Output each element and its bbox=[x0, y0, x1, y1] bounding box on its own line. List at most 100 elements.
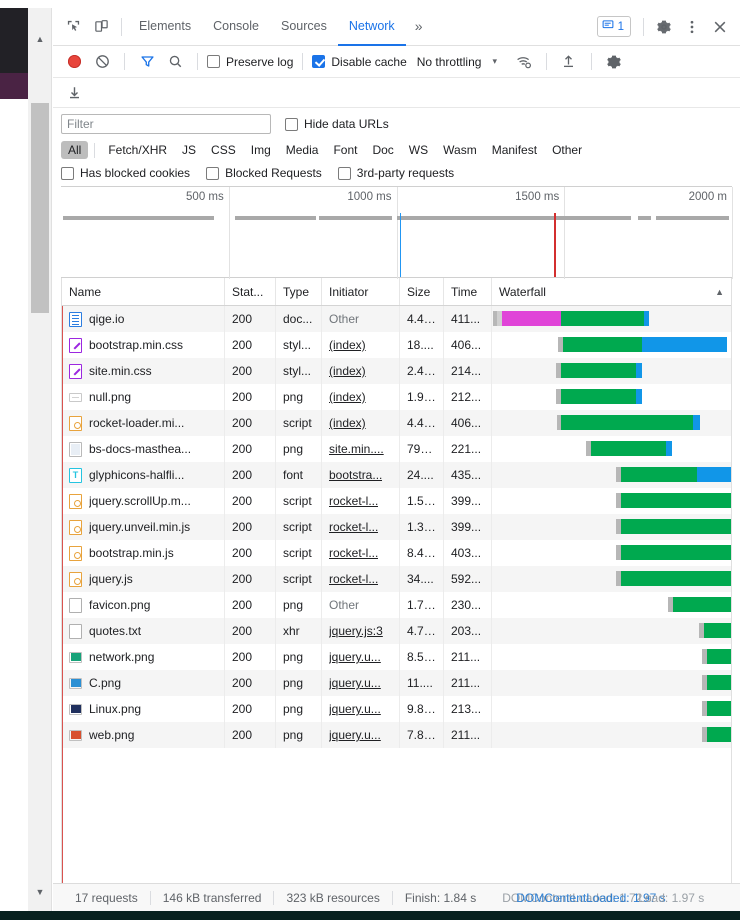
cell-name[interactable]: bs-docs-masthea... bbox=[62, 436, 225, 462]
table-row[interactable]: null.png 200 png (index) 1.9 ... 212... bbox=[62, 384, 731, 410]
type-filter-doc[interactable]: Doc bbox=[365, 141, 400, 159]
table-row[interactable]: quotes.txt 200 xhr jquery.js:3 4.7 ... 203... bbox=[62, 618, 731, 644]
inspect-element-icon[interactable] bbox=[59, 13, 87, 41]
export-har-icon[interactable] bbox=[61, 80, 87, 106]
cell-name[interactable]: Linux.png bbox=[62, 696, 225, 722]
filter-icon[interactable] bbox=[134, 49, 160, 75]
cell-name[interactable]: bootstrap.min.css bbox=[62, 332, 225, 358]
tab-sources[interactable]: Sources bbox=[270, 8, 338, 46]
scroll-up-icon[interactable]: ▲ bbox=[28, 28, 52, 50]
cell-name[interactable]: web.png bbox=[62, 722, 225, 748]
initiator-link[interactable]: rocket-l... bbox=[329, 546, 378, 560]
table-row[interactable]: bs-docs-masthea... 200 png site.min.... 799 … bbox=[62, 436, 731, 462]
type-filter-other[interactable]: Other bbox=[545, 141, 589, 159]
table-row[interactable]: network.png 200 png jquery.u... 8.5 ... 211..… bbox=[62, 644, 731, 670]
table-row[interactable]: qige.io 200 doc... Other 4.4 ... 411... bbox=[62, 306, 731, 332]
type-filter-js[interactable]: JS bbox=[175, 141, 203, 159]
cell-initiator[interactable]: rocket-l... bbox=[322, 540, 400, 566]
cell-initiator[interactable]: (index) bbox=[322, 410, 400, 436]
table-row[interactable]: Linux.png 200 png jquery.u... 9.8 ... 213... bbox=[62, 696, 731, 722]
filter-input[interactable] bbox=[61, 114, 271, 134]
column-header-type[interactable]: Type bbox=[276, 278, 322, 305]
table-row[interactable]: C.png 200 png jquery.u... 11.... 211... bbox=[62, 670, 731, 696]
cell-name[interactable]: bootstrap.min.js bbox=[62, 540, 225, 566]
initiator-link[interactable]: bootstra... bbox=[329, 468, 382, 482]
cell-name[interactable]: jquery.scrollUp.m... bbox=[62, 488, 225, 514]
cell-name[interactable]: quotes.txt bbox=[62, 618, 225, 644]
cell-name[interactable]: null.png bbox=[62, 384, 225, 410]
cell-initiator[interactable]: (index) bbox=[322, 332, 400, 358]
initiator-link[interactable]: (index) bbox=[329, 416, 366, 430]
cell-initiator[interactable]: (index) bbox=[322, 358, 400, 384]
third-party-requests-checkbox[interactable]: 3rd-party requests bbox=[337, 166, 454, 180]
column-header-stat[interactable]: Stat... bbox=[225, 278, 276, 305]
initiator-link[interactable]: site.min.... bbox=[329, 442, 384, 456]
hide-data-urls-checkbox[interactable]: Hide data URLs bbox=[285, 117, 389, 131]
device-toolbar-icon[interactable] bbox=[87, 13, 115, 41]
cell-name[interactable]: rocket-loader.mi... bbox=[62, 410, 225, 436]
initiator-link[interactable]: jquery.u... bbox=[329, 650, 381, 664]
scroll-down-icon[interactable]: ▼ bbox=[28, 881, 52, 903]
disable-cache-checkbox[interactable]: Disable cache bbox=[312, 55, 407, 69]
initiator-link[interactable]: (index) bbox=[329, 364, 366, 378]
more-options-icon[interactable] bbox=[678, 13, 706, 41]
column-header-name[interactable]: Name bbox=[62, 278, 225, 305]
scrollbar-thumb[interactable] bbox=[31, 103, 49, 313]
cell-initiator[interactable]: bootstra... bbox=[322, 462, 400, 488]
column-header-waterfall[interactable]: Waterfall ▲ bbox=[492, 278, 731, 305]
table-row[interactable]: site.min.css 200 styl... (index) 2.4 ... 214.… bbox=[62, 358, 731, 384]
initiator-link[interactable]: jquery.u... bbox=[329, 676, 381, 690]
table-row[interactable]: jquery.scrollUp.m... 200 script rocket-l...… bbox=[62, 488, 731, 514]
table-row[interactable]: web.png 200 png jquery.u... 7.8 ... 211... bbox=[62, 722, 731, 748]
initiator-link[interactable]: rocket-l... bbox=[329, 520, 378, 534]
cell-initiator[interactable]: jquery.u... bbox=[322, 670, 400, 696]
search-icon[interactable] bbox=[162, 49, 188, 75]
type-filter-wasm[interactable]: Wasm bbox=[436, 141, 484, 159]
initiator-link[interactable]: jquery.u... bbox=[329, 728, 381, 742]
import-har-icon[interactable] bbox=[556, 49, 582, 75]
network-overview[interactable]: 500 ms 1000 ms 1500 ms 2000 m bbox=[61, 186, 733, 279]
gear-icon[interactable] bbox=[650, 13, 678, 41]
cell-name[interactable]: qige.io bbox=[62, 306, 225, 332]
column-header-initiator[interactable]: Initiator bbox=[322, 278, 400, 305]
network-conditions-icon[interactable] bbox=[511, 49, 537, 75]
type-filter-font[interactable]: Font bbox=[326, 141, 364, 159]
initiator-link[interactable]: (index) bbox=[329, 390, 366, 404]
table-row[interactable]: jquery.js 200 script rocket-l... 34.... 592..… bbox=[62, 566, 731, 592]
cell-initiator[interactable]: rocket-l... bbox=[322, 514, 400, 540]
cell-initiator[interactable]: jquery.u... bbox=[322, 696, 400, 722]
tab-console[interactable]: Console bbox=[202, 8, 270, 46]
more-tabs-button[interactable]: » bbox=[406, 8, 432, 46]
cell-name[interactable]: C.png bbox=[62, 670, 225, 696]
tab-elements[interactable]: Elements bbox=[128, 8, 202, 46]
cell-name[interactable]: jquery.unveil.min.js bbox=[62, 514, 225, 540]
table-row[interactable]: bootstrap.min.js 200 script rocket-l... 8.4 … bbox=[62, 540, 731, 566]
column-header-size[interactable]: Size bbox=[400, 278, 444, 305]
table-row[interactable]: favicon.png 200 png Other 1.7 ... 230... bbox=[62, 592, 731, 618]
chevron-down-icon[interactable]: ▾ bbox=[492, 56, 497, 67]
type-filter-ws[interactable]: WS bbox=[402, 141, 435, 159]
close-icon[interactable] bbox=[706, 13, 734, 41]
initiator-link[interactable]: rocket-l... bbox=[329, 572, 378, 586]
cell-initiator[interactable]: jquery.u... bbox=[322, 722, 400, 748]
cell-initiator[interactable]: rocket-l... bbox=[322, 488, 400, 514]
initiator-link[interactable]: (index) bbox=[329, 338, 366, 352]
blocked-requests-checkbox[interactable]: Blocked Requests bbox=[206, 166, 322, 180]
type-filter-manifest[interactable]: Manifest bbox=[485, 141, 544, 159]
devtools-vertical-scrollbar[interactable]: ▲ ▼ bbox=[28, 8, 52, 911]
cell-name[interactable]: jquery.js bbox=[62, 566, 225, 592]
cell-name[interactable]: Tglyphicons-halfli... bbox=[62, 462, 225, 488]
tab-network[interactable]: Network bbox=[337, 8, 406, 46]
type-filter-media[interactable]: Media bbox=[279, 141, 326, 159]
cell-initiator[interactable]: (index) bbox=[322, 384, 400, 410]
cell-name[interactable]: favicon.png bbox=[62, 592, 225, 618]
type-filter-css[interactable]: CSS bbox=[204, 141, 243, 159]
cell-initiator[interactable]: jquery.u... bbox=[322, 644, 400, 670]
clear-button[interactable] bbox=[89, 49, 115, 75]
type-filter-fetchxhr[interactable]: Fetch/XHR bbox=[101, 141, 174, 159]
issues-badge[interactable]: 1 bbox=[596, 16, 631, 37]
network-settings-gear-icon[interactable] bbox=[601, 49, 627, 75]
initiator-link[interactable]: jquery.u... bbox=[329, 702, 381, 716]
table-row[interactable]: jquery.unveil.min.js 200 script rocket-l...… bbox=[62, 514, 731, 540]
type-filter-all[interactable]: All bbox=[61, 141, 89, 159]
